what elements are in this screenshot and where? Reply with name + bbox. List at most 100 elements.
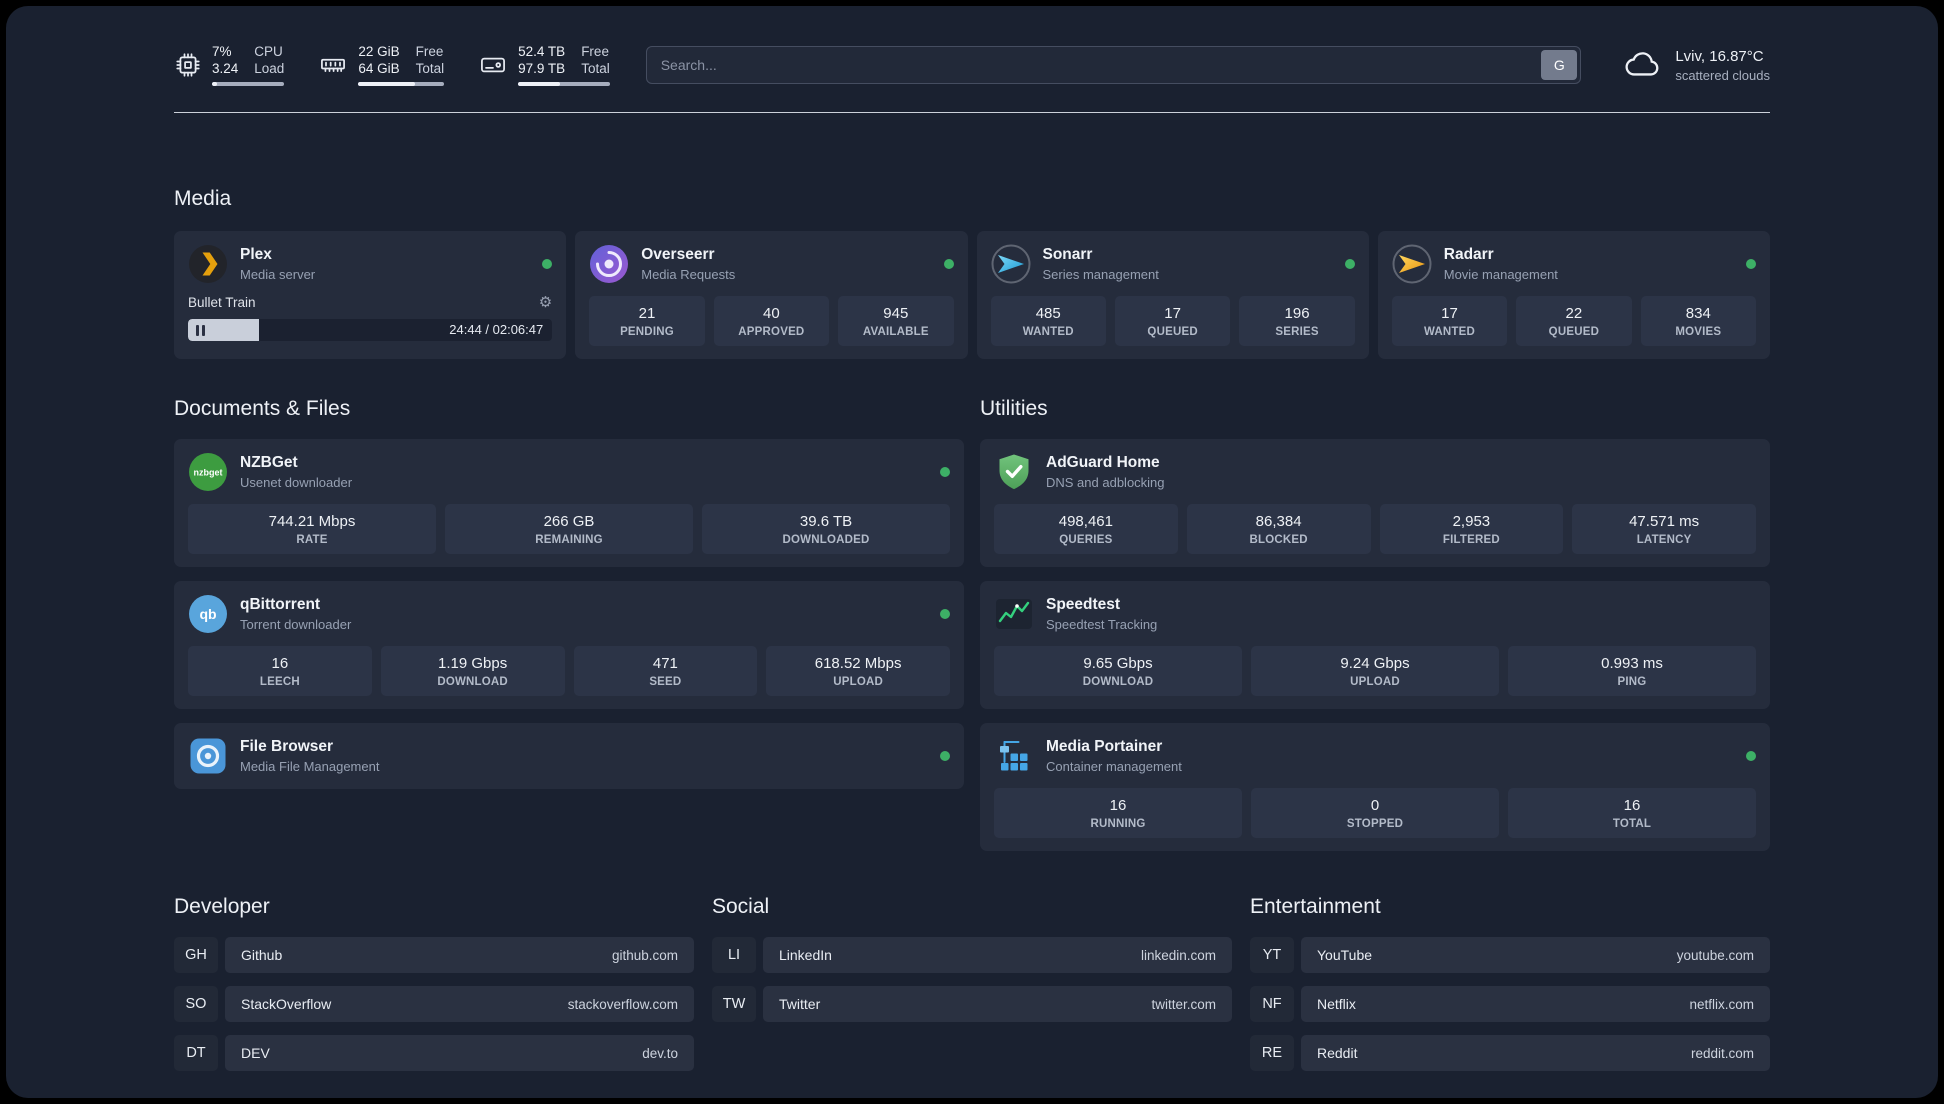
app-card-nzbget[interactable]: nzbget NZBGet Usenet downloader 744.21 M…	[174, 439, 964, 567]
cpu-icon	[174, 51, 202, 79]
stat-label: LEECH	[259, 675, 300, 688]
app-card-portainer[interactable]: Media Portainer Container management 16 …	[980, 723, 1770, 851]
app-card-speedtest[interactable]: Speedtest Speedtest Tracking 9.65 Gbps D…	[980, 581, 1770, 709]
app-card-overseerr[interactable]: Overseerr Media Requests 21 PENDING 40 A…	[575, 231, 968, 359]
section-title-documents: Documents & Files	[174, 397, 351, 420]
stat-label: RUNNING	[1090, 817, 1146, 830]
search-engine-button[interactable]: G	[1541, 50, 1578, 80]
disk-total-label: Total	[581, 61, 610, 76]
stat-tile: 744.21 Mbps RATE	[188, 504, 436, 554]
app-name: Radarr	[1443, 246, 1494, 263]
stat-value: 16	[271, 654, 289, 672]
nzbget-icon: nzbget	[188, 452, 228, 492]
stat-value: 22	[1565, 304, 1583, 322]
bookmark-url: reddit.com	[1690, 1045, 1754, 1061]
section-title-utilities: Utilities	[980, 397, 1048, 420]
stat-value: 21	[638, 304, 656, 322]
radarr-icon	[1392, 244, 1432, 284]
bookmark-netflix[interactable]: NF Netflix netflix.com	[1250, 986, 1770, 1022]
stat-tile: 485 WANTED	[990, 296, 1106, 346]
section-title-developer: Developer	[174, 895, 270, 918]
stat-value: 40	[763, 304, 780, 322]
svg-text:qb: qb	[199, 606, 216, 622]
search-input[interactable]	[645, 46, 1582, 84]
stat-label: SERIES	[1275, 325, 1319, 338]
bookmark-url: github.com	[611, 947, 678, 963]
cpu-usage-label: CPU	[254, 44, 283, 59]
dashboard-page: 7% CPU 3.24 Load 22 GiB Free 64 GiB Tota…	[6, 6, 1938, 1098]
bookmark-linkedin[interactable]: LI LinkedIn linkedin.com	[712, 937, 1232, 973]
app-card-filebrowser[interactable]: File Browser Media File Management	[174, 723, 964, 789]
app-subtitle: Torrent downloader	[240, 617, 352, 632]
stat-value: 16	[1623, 796, 1641, 814]
stat-tile: 498,461 QUERIES	[994, 504, 1178, 554]
stat-value: 9.65 Gbps	[1083, 654, 1153, 672]
app-subtitle: Media File Management	[240, 759, 380, 774]
reddit-icon: RE	[1250, 1035, 1294, 1071]
sonarr-icon	[991, 244, 1031, 284]
cloud-icon	[1623, 47, 1663, 84]
app-subtitle: Media server	[240, 267, 316, 282]
bookmark-dev[interactable]: DT DEV dev.to	[174, 1035, 694, 1071]
stat-label: WANTED	[1022, 325, 1074, 338]
playback-progress-fill	[188, 319, 260, 341]
bookmark-stackoverflow[interactable]: SO StackOverflow stackoverflow.com	[174, 986, 694, 1022]
stat-value: 618.52 Mbps	[814, 654, 902, 672]
app-card-qbittorrent[interactable]: qb qBittorrent Torrent downloader 16 LEE…	[174, 581, 964, 709]
bookmark-name: DEV	[241, 1045, 270, 1061]
settings-gear-icon[interactable]: ⚙	[539, 295, 552, 310]
ram-free-label: Free	[415, 44, 444, 59]
app-subtitle: Movie management	[1443, 267, 1558, 282]
section-title-entertainment: Entertainment	[1250, 895, 1381, 918]
dev-icon: DT	[174, 1035, 218, 1071]
app-card-sonarr[interactable]: Sonarr Series management 485 WANTED 17 Q…	[976, 231, 1369, 359]
ram-icon	[318, 51, 348, 79]
stat-value: 0	[1370, 796, 1380, 814]
disk-monitor: 52.4 TB Free 97.9 TB Total	[478, 44, 610, 86]
qbittorrent-icon: qb	[188, 594, 228, 634]
pause-icon[interactable]	[196, 324, 205, 336]
stat-tile: 1.19 Gbps DOWNLOAD	[380, 646, 565, 696]
stat-label: SEED	[649, 675, 682, 688]
stat-tile: 0 STOPPED	[1251, 788, 1499, 838]
bookmark-url: twitter.com	[1151, 996, 1216, 1012]
disk-usage-bar	[518, 82, 610, 86]
app-name: Sonarr	[1042, 246, 1093, 263]
stat-label: PENDING	[620, 325, 674, 338]
app-card-plex[interactable]: Plex Media server Bullet Train ⚙ 24:44 /…	[174, 231, 567, 359]
stat-tile: 266 GB REMAINING	[445, 504, 693, 554]
stat-value: 17	[1164, 304, 1181, 322]
weather-widget[interactable]: Lviv, 16.87°C scattered clouds	[1623, 47, 1770, 84]
stat-tile: 0.993 ms PING	[1508, 646, 1756, 696]
status-dot	[1746, 259, 1756, 269]
stat-label: DOWNLOADED	[782, 533, 870, 546]
app-card-radarr[interactable]: Radarr Movie management 17 WANTED 22 QUE…	[1377, 231, 1770, 359]
bookmark-url: dev.to	[642, 1045, 678, 1061]
stat-tile: 16 RUNNING	[994, 788, 1242, 838]
bookmark-name: StackOverflow	[241, 996, 332, 1012]
adguard-icon	[994, 452, 1034, 492]
bookmark-github[interactable]: GH Github github.com	[174, 937, 694, 973]
linkedin-icon: LI	[712, 937, 756, 973]
app-card-adguard[interactable]: AdGuard Home DNS and adblocking 498,461 …	[980, 439, 1770, 567]
utilities-column: Utilities AdGuard Home DNS and adblockin…	[980, 397, 1770, 851]
github-icon: GH	[174, 937, 218, 973]
stat-label: STOPPED	[1346, 817, 1404, 830]
stat-value: 86,384	[1255, 512, 1302, 530]
bookmark-reddit[interactable]: RE Reddit reddit.com	[1250, 1035, 1770, 1071]
stat-tile: 16 TOTAL	[1508, 788, 1756, 838]
stat-label: TOTAL	[1612, 817, 1652, 830]
filebrowser-icon	[188, 736, 228, 776]
stat-label: WANTED	[1423, 325, 1475, 338]
bookmark-youtube[interactable]: YT YouTube youtube.com	[1250, 937, 1770, 973]
stat-label: QUERIES	[1059, 533, 1113, 546]
bookmark-name: Github	[241, 947, 283, 963]
stat-tile: 86,384 BLOCKED	[1186, 504, 1371, 554]
stat-value: 47.571 ms	[1629, 512, 1700, 530]
app-name: Overseerr	[641, 246, 715, 263]
playback-progress-bar[interactable]: 24:44 / 02:06:47	[188, 319, 553, 341]
stat-value: 471	[652, 654, 678, 672]
bookmark-twitter[interactable]: TW Twitter twitter.com	[712, 986, 1232, 1022]
stat-label: PING	[1617, 675, 1647, 688]
bookmark-name: Reddit	[1317, 1045, 1358, 1061]
